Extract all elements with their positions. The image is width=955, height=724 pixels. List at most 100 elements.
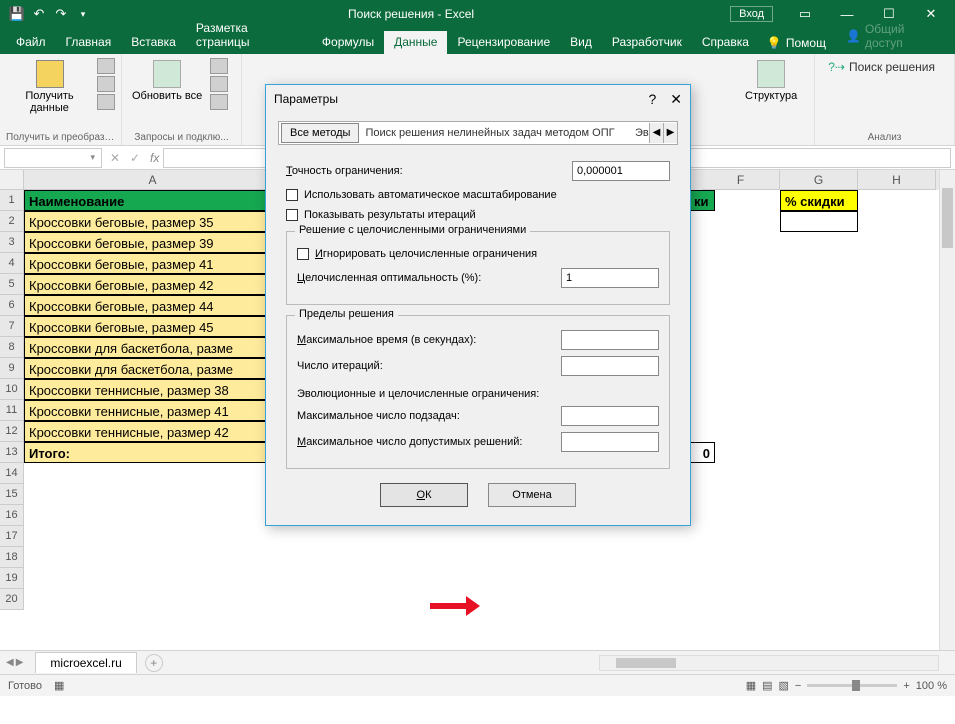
- dialog-tab-evolutionary[interactable]: Эв: [629, 124, 649, 142]
- fx-icon[interactable]: fx: [150, 151, 159, 165]
- tab-developer[interactable]: Разработчик: [602, 31, 692, 54]
- queries-icon[interactable]: [210, 58, 228, 74]
- tab-home[interactable]: Главная: [56, 31, 122, 54]
- row-header[interactable]: 9: [0, 358, 24, 379]
- sheet-prev-icon[interactable]: ◀: [6, 657, 14, 668]
- row-header[interactable]: 17: [0, 526, 24, 547]
- cell-e13[interactable]: 0: [689, 442, 715, 463]
- zoom-level[interactable]: 100 %: [916, 680, 947, 692]
- tell-me[interactable]: 💡Помощ: [759, 32, 834, 54]
- row-header[interactable]: 5: [0, 274, 24, 295]
- tab-help[interactable]: Справка: [692, 31, 759, 54]
- cell-a7[interactable]: Кроссовки беговые, размер 45: [24, 316, 282, 337]
- vertical-scrollbar[interactable]: [939, 170, 955, 650]
- row-header[interactable]: 18: [0, 547, 24, 568]
- cell-a6[interactable]: Кроссовки беговые, размер 44: [24, 295, 282, 316]
- row-header[interactable]: 3: [0, 232, 24, 253]
- cell-a2[interactable]: Кроссовки беговые, размер 35: [24, 211, 282, 232]
- login-button[interactable]: Вход: [730, 6, 773, 22]
- tab-file[interactable]: Файл: [6, 31, 56, 54]
- close-icon[interactable]: ✕: [670, 91, 682, 108]
- row-header[interactable]: 16: [0, 505, 24, 526]
- tab-view[interactable]: Вид: [560, 31, 602, 54]
- structure-button[interactable]: Структура: [741, 58, 801, 104]
- row-header[interactable]: 20: [0, 589, 24, 610]
- name-box[interactable]: [4, 148, 102, 168]
- tab-data[interactable]: Данные: [384, 31, 447, 54]
- view-normal-icon[interactable]: ▦: [746, 679, 756, 692]
- cell-a8[interactable]: Кроссовки для баскетбола, разме: [24, 337, 282, 358]
- max-subproblems-input[interactable]: [561, 406, 659, 426]
- row-header[interactable]: 4: [0, 253, 24, 274]
- cell-g2[interactable]: [780, 211, 858, 232]
- col-header-a[interactable]: A: [24, 170, 282, 190]
- row-header[interactable]: 13: [0, 442, 24, 463]
- max-time-input[interactable]: [561, 330, 659, 350]
- row-header[interactable]: 11: [0, 400, 24, 421]
- from-web-icon[interactable]: [97, 76, 115, 92]
- view-pagebreak-icon[interactable]: ▧: [779, 679, 789, 692]
- cell-a12[interactable]: Кроссовки теннисные, размер 42: [24, 421, 282, 442]
- row-header[interactable]: 19: [0, 568, 24, 589]
- tab-review[interactable]: Рецензирование: [447, 31, 560, 54]
- row-header[interactable]: 14: [0, 463, 24, 484]
- horizontal-scrollbar[interactable]: [599, 655, 939, 671]
- col-header-g[interactable]: G: [780, 170, 858, 190]
- cell-a11[interactable]: Кроссовки теннисные, размер 41: [24, 400, 282, 421]
- precision-input[interactable]: [572, 161, 670, 181]
- tab-scroll-right-icon[interactable]: ▶: [663, 123, 677, 143]
- cell-e1-partial[interactable]: ки: [689, 190, 715, 211]
- row-header[interactable]: 7: [0, 316, 24, 337]
- dialog-tab-grg[interactable]: Поиск решения нелинейных задач методом О…: [359, 124, 629, 142]
- cell-a5[interactable]: Кроссовки беговые, размер 42: [24, 274, 282, 295]
- row-header[interactable]: 8: [0, 337, 24, 358]
- from-text-icon[interactable]: [97, 58, 115, 74]
- macro-record-icon[interactable]: ▦: [54, 679, 64, 692]
- select-all-corner[interactable]: [0, 170, 24, 190]
- zoom-in-icon[interactable]: +: [903, 680, 909, 692]
- cancel-button[interactable]: Отмена: [488, 483, 576, 507]
- enter-formula-icon[interactable]: ✓: [126, 151, 144, 165]
- cancel-formula-icon[interactable]: ✕: [106, 151, 124, 165]
- cell-a9[interactable]: Кроссовки для баскетбола, разме: [24, 358, 282, 379]
- autoscale-checkbox[interactable]: Использовать автоматическое масштабирова…: [286, 189, 670, 201]
- col-header-h[interactable]: H: [858, 170, 936, 190]
- row-header[interactable]: 2: [0, 211, 24, 232]
- tab-layout[interactable]: Разметка страницы: [186, 17, 312, 54]
- int-optimality-input[interactable]: [561, 268, 659, 288]
- dialog-tab-all-methods[interactable]: Все методы: [281, 123, 359, 143]
- tab-formulas[interactable]: Формулы: [312, 31, 384, 54]
- redo-icon[interactable]: ↷: [52, 5, 70, 23]
- ignore-integer-checkbox[interactable]: Игнорировать целочисленные ограничения: [297, 248, 659, 260]
- refresh-all-button[interactable]: Обновить все: [128, 58, 206, 104]
- row-header[interactable]: 6: [0, 295, 24, 316]
- undo-icon[interactable]: ↶: [30, 5, 48, 23]
- solver-button[interactable]: ?⇢Поиск решения: [828, 60, 935, 74]
- cell-a1[interactable]: Наименование: [24, 190, 282, 211]
- get-data-button[interactable]: Получить данные: [6, 58, 93, 116]
- sheet-next-icon[interactable]: ▶: [16, 657, 24, 668]
- save-icon[interactable]: 💾: [8, 5, 26, 23]
- share-button[interactable]: 👤Общий доступ: [834, 18, 955, 54]
- ribbon-options-icon[interactable]: ▭: [785, 0, 825, 28]
- zoom-slider[interactable]: [807, 684, 897, 687]
- qat-dropdown-icon[interactable]: ▾: [74, 5, 92, 23]
- from-table-icon[interactable]: [97, 94, 115, 110]
- sheet-tab[interactable]: microexcel.ru: [35, 652, 136, 673]
- iterations-input[interactable]: [561, 356, 659, 376]
- col-header-f[interactable]: F: [702, 170, 780, 190]
- add-sheet-icon[interactable]: +: [145, 654, 163, 672]
- tab-insert[interactable]: Вставка: [121, 31, 186, 54]
- scroll-thumb[interactable]: [616, 658, 676, 668]
- view-layout-icon[interactable]: ▤: [762, 679, 772, 692]
- zoom-out-icon[interactable]: −: [795, 680, 801, 692]
- row-header[interactable]: 10: [0, 379, 24, 400]
- tab-scroll-left-icon[interactable]: ◀: [649, 123, 663, 143]
- show-iterations-checkbox[interactable]: Показывать результаты итераций: [286, 209, 670, 221]
- help-icon[interactable]: ?: [648, 91, 656, 108]
- row-header[interactable]: 15: [0, 484, 24, 505]
- cell-a4[interactable]: Кроссовки беговые, размер 41: [24, 253, 282, 274]
- cell-g1[interactable]: % скидки: [780, 190, 858, 211]
- cell-a13[interactable]: Итого:: [24, 442, 282, 463]
- edit-links-icon[interactable]: [210, 94, 228, 110]
